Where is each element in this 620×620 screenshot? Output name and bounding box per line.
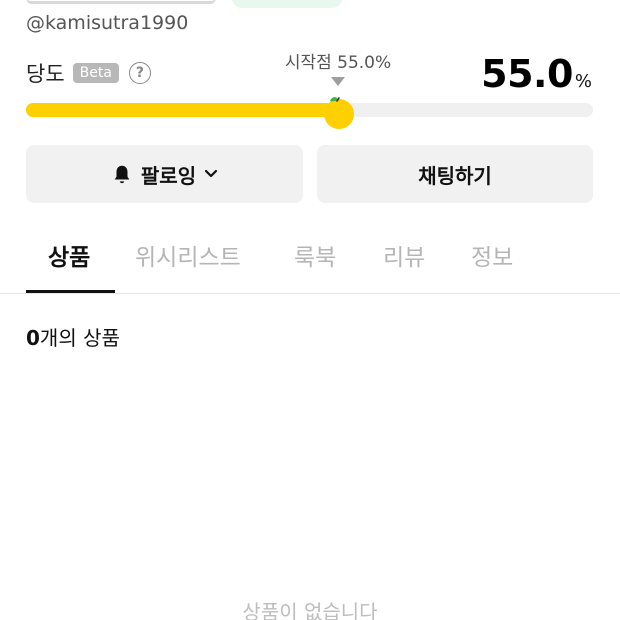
start-point-marker (331, 77, 345, 86)
product-count-suffix: 개의 상품 (39, 326, 120, 350)
tab-wishlist[interactable]: 위시리스트 (135, 238, 241, 272)
beta-badge: Beta (72, 63, 119, 83)
trust-score-value: 55.0 (481, 52, 573, 96)
active-tab-indicator (26, 290, 115, 293)
bell-icon (114, 165, 130, 184)
trust-progress-fill (26, 103, 338, 117)
start-point-label: 시작점 55.0% (284, 53, 392, 73)
trust-score-unit: % (574, 71, 592, 92)
username-cropped (26, 0, 216, 4)
profile-tabs: 상품 위시리스트 룩북 리뷰 정보 (0, 228, 620, 294)
tab-lookbook[interactable]: 룩북 (294, 238, 336, 272)
empty-state-text: 상품이 없습니다 (242, 600, 378, 620)
trust-score: 55.0 % (481, 52, 592, 96)
question-circle-icon[interactable]: ? (128, 62, 151, 84)
chat-button-label: 채팅하기 (418, 163, 492, 188)
follow-button-label: 팔로잉 (140, 163, 197, 188)
user-handle: @kamisutra1990 (26, 12, 189, 34)
chevron-down-icon (204, 169, 218, 178)
product-count: 0개의 상품 (26, 322, 120, 351)
chat-button[interactable]: 채팅하기 (317, 145, 593, 203)
badge-cropped (232, 0, 342, 8)
tab-reviews[interactable]: 리뷰 (383, 238, 425, 272)
tab-products[interactable]: 상품 (48, 238, 90, 272)
tab-info[interactable]: 정보 (471, 238, 513, 272)
product-count-number: 0 (26, 326, 40, 350)
cropped-header (0, 0, 620, 10)
follow-button[interactable]: 팔로잉 (26, 145, 303, 203)
trust-label: 당도 (26, 62, 65, 86)
trust-progress-track (26, 103, 593, 117)
lemon-icon (324, 97, 354, 129)
trust-header: 당도 Beta ? (26, 58, 151, 88)
